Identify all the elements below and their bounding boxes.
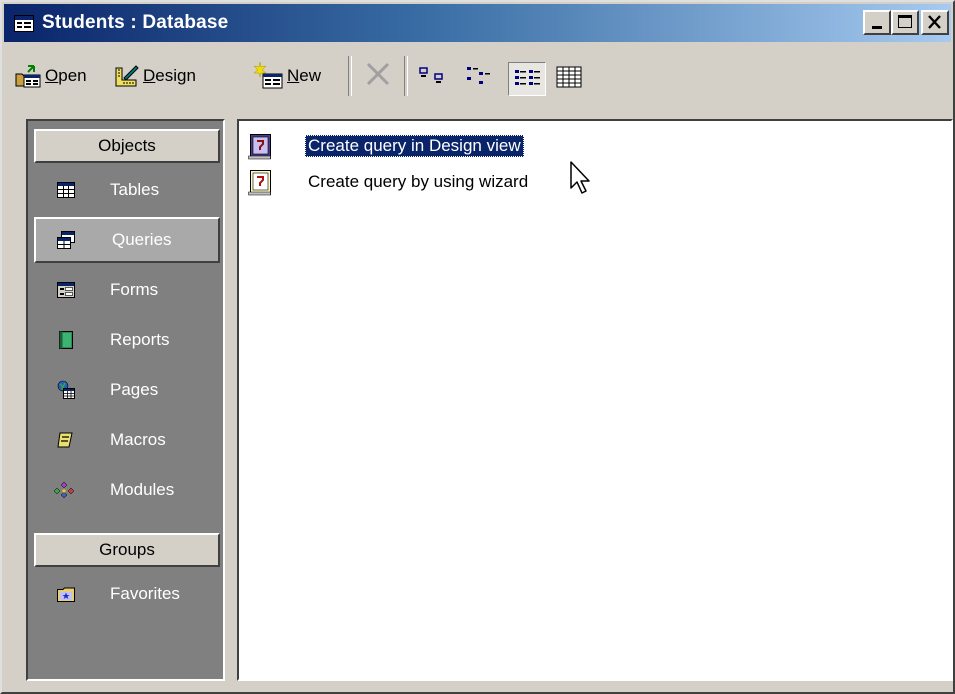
title-bar[interactable]: Students : Database [4, 4, 951, 42]
object-pages[interactable]: Pages [34, 367, 220, 413]
open-button-accel: O [45, 66, 59, 85]
object-modules[interactable]: Modules [34, 467, 220, 513]
object-forms[interactable]: Forms [34, 267, 220, 313]
object-label: Tables [110, 180, 160, 199]
new-button-accel: N [287, 66, 300, 85]
form-icon [57, 282, 75, 298]
object-reports[interactable]: Reports [34, 317, 220, 363]
design-button-label: esign [155, 66, 196, 85]
page-icon [57, 380, 75, 399]
delete-button[interactable] [364, 60, 392, 93]
query-icon [57, 231, 75, 249]
design-button[interactable]: Design [114, 58, 196, 94]
large-icons-icon [419, 67, 443, 83]
object-label: Pages [110, 380, 159, 399]
list-item[interactable]: Create query in Design view [239, 131, 639, 161]
objects-bar: Objects Tables Queries Forms Reports Pag… [26, 119, 225, 681]
maximize-icon [898, 15, 912, 28]
groups-group-header[interactable]: Groups [34, 533, 220, 567]
object-tables[interactable]: Tables [34, 167, 220, 213]
large-icons-view-button[interactable] [418, 64, 450, 93]
object-list-pane: Create query in Design view Create query… [237, 119, 953, 681]
table-icon [57, 182, 75, 198]
object-label: Favorites [110, 584, 180, 603]
object-label: Queries [112, 230, 172, 249]
design-ruler-icon [115, 65, 139, 87]
objects-group-header[interactable]: Objects [34, 129, 220, 163]
object-label: Reports [110, 330, 170, 349]
mouse-pointer-icon [570, 161, 590, 194]
database-window: Students : Database Open Design New Obje… [0, 0, 955, 694]
window-title: Students : Database [42, 12, 229, 33]
object-queries[interactable]: Queries [34, 217, 220, 263]
list-item-label: Create query by using wizard [308, 172, 529, 191]
open-button-label: pen [58, 66, 87, 85]
close-button[interactable] [921, 10, 949, 35]
small-icons-view-button[interactable] [464, 64, 494, 93]
database-toolbar: Open Design New [4, 46, 951, 116]
object-label: Macros [110, 430, 166, 449]
list-view-button[interactable] [508, 62, 546, 96]
new-button-label: ew [299, 66, 322, 85]
object-label: Modules [110, 480, 175, 499]
group-favorites[interactable]: Favorites [34, 571, 220, 617]
object-macros[interactable]: Macros [34, 417, 220, 463]
design-button-accel: D [143, 66, 156, 85]
toolbar-separator [348, 56, 352, 96]
minimize-icon [872, 26, 882, 29]
new-button[interactable]: New [252, 58, 321, 94]
new-query-wizard-icon [248, 170, 271, 196]
new-object-icon [253, 62, 283, 89]
close-icon [928, 15, 941, 29]
database-window-icon [14, 15, 34, 32]
open-icon [15, 65, 41, 88]
details-view-button[interactable] [554, 64, 584, 95]
favorites-folder-icon [57, 587, 75, 602]
module-icon [53, 481, 75, 499]
report-icon [59, 331, 73, 349]
object-label: Forms [110, 280, 159, 299]
macro-icon [57, 432, 73, 448]
small-icons-icon [467, 67, 490, 84]
open-button[interactable]: Open [14, 58, 87, 94]
list-item-label: Create query in Design view [305, 135, 524, 157]
maximize-button[interactable] [891, 10, 919, 35]
delete-x-icon [366, 62, 390, 86]
minimize-button[interactable] [863, 10, 891, 35]
list-view-icon [515, 70, 540, 85]
toolbar-separator [404, 56, 408, 96]
details-view-icon [556, 66, 582, 88]
new-query-design-icon [248, 134, 271, 160]
